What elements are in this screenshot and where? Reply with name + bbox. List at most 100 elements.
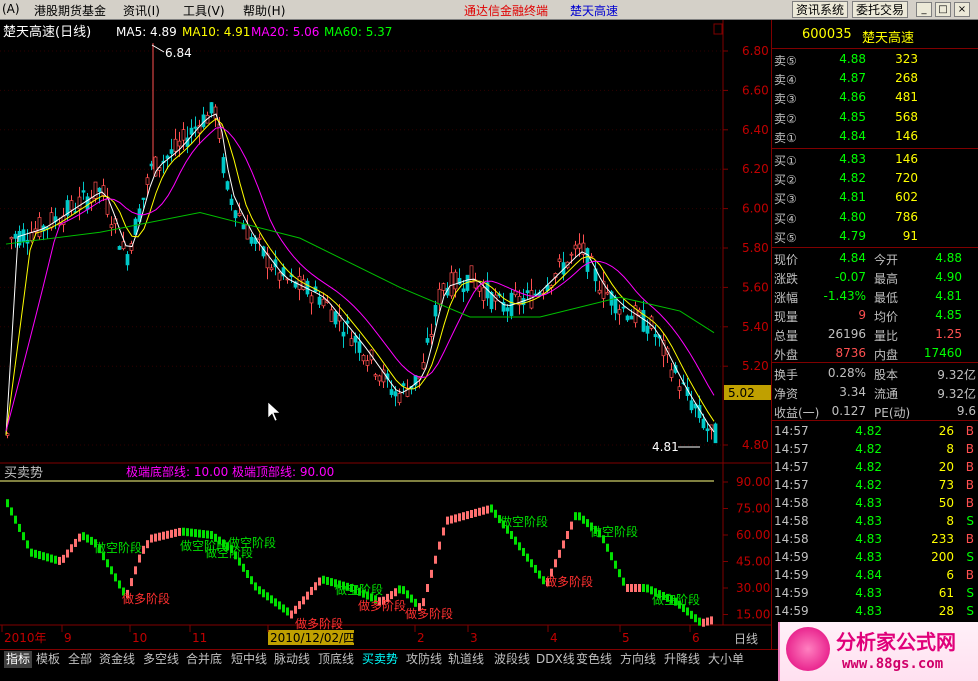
price-axis-label: 6.80 xyxy=(742,44,769,58)
stat-key: 总量 xyxy=(774,329,799,343)
trade-button[interactable]: 委托交易 xyxy=(852,1,909,18)
ma5-label: MA5: 4.89 xyxy=(116,25,177,39)
tick-side: B xyxy=(965,478,974,492)
price-axis-label: 5.60 xyxy=(742,280,769,294)
bid-volume: 602 xyxy=(895,190,918,205)
indicator-axis-label: 30.00 xyxy=(736,581,770,595)
ask-volume: 146 xyxy=(895,128,918,143)
tick-side: S xyxy=(966,514,974,528)
stat-key: 涨跌 xyxy=(774,272,799,286)
bid-volume: 720 xyxy=(895,171,918,186)
tab-7[interactable]: 脉动线 xyxy=(274,651,310,668)
menu-item-info[interactable]: 资讯(I) xyxy=(123,2,160,19)
tick-time: 14:59 xyxy=(774,550,809,564)
ask-price: 4.85 xyxy=(839,109,866,124)
stat-key: 最高 xyxy=(874,272,899,286)
tab-10[interactable]: 攻防线 xyxy=(406,651,442,668)
tab-8[interactable]: 顶底线 xyxy=(318,651,354,668)
tick-side: S xyxy=(966,550,974,564)
stat-value: 4.88 xyxy=(935,251,962,265)
price-axis-label: 4.80 xyxy=(742,438,769,452)
tab-1[interactable]: 模板 xyxy=(36,651,60,668)
tab-0[interactable]: 指标 xyxy=(4,651,33,668)
fin-key: 流通 xyxy=(874,387,899,401)
tick-volume: 233 xyxy=(931,532,954,546)
stat-row: 现价 4.84 今开 4.88 xyxy=(772,250,978,269)
stat-key: 今开 xyxy=(874,253,899,267)
tab-11[interactable]: 轨道线 xyxy=(448,651,484,668)
sell-phase-label: 做空阶段 xyxy=(205,545,253,560)
tick-time: 14:57 xyxy=(774,478,809,492)
tick-time: 14:58 xyxy=(774,532,809,546)
logo-url: www.88gs.com xyxy=(842,656,944,672)
chart-svg[interactable]: 楚天高速(日线) MA5: 4.89 MA10: 4.91 MA20: 5.06… xyxy=(0,20,771,649)
chart-title: 楚天高速(日线) xyxy=(3,24,91,40)
tab-12[interactable]: 波段线 xyxy=(494,651,530,668)
ask-row: 卖② 4.85 568 xyxy=(772,109,978,128)
minimize-icon[interactable]: _ xyxy=(916,2,932,17)
date-axis-label: 2010/12/02/四 xyxy=(270,631,355,645)
tab-5[interactable]: 合并底 xyxy=(186,651,222,668)
tick-volume: 200 xyxy=(931,550,954,564)
maximize-icon[interactable]: □ xyxy=(935,2,951,17)
tab-14[interactable]: 变色线 xyxy=(576,651,612,668)
bid-price: 4.82 xyxy=(839,171,866,186)
tick-price: 4.82 xyxy=(855,460,882,474)
quote-panel: 600035 楚天高速 卖⑤ 4.88 323 卖④ 4.87 268 卖③ 4.86 481 卖… xyxy=(771,20,978,649)
price-axis-label: 5.40 xyxy=(742,320,769,334)
tick-price: 4.82 xyxy=(855,424,882,438)
indicator-title: 买卖势 xyxy=(4,465,43,481)
tick-time: 14:59 xyxy=(774,586,809,600)
tab-9[interactable]: 买卖势 xyxy=(362,651,398,668)
tick-side: S xyxy=(966,586,974,600)
date-axis-label: 9 xyxy=(64,631,72,645)
period-label: 日线 xyxy=(734,632,758,646)
tick-row: 14:57 4.82 8 B xyxy=(772,441,978,460)
ma60-label: MA60: 5.37 xyxy=(324,25,392,39)
tab-2[interactable]: 全部 xyxy=(68,651,92,668)
date-axis-label: 3 xyxy=(470,631,478,645)
tab-13[interactable]: DDX线 xyxy=(536,651,575,668)
tab-16[interactable]: 升降线 xyxy=(664,651,700,668)
tick-volume: 26 xyxy=(938,424,954,438)
tick-side: B xyxy=(965,496,974,510)
tick-price: 4.83 xyxy=(855,604,882,618)
date-axis-label: 5 xyxy=(622,631,630,645)
tab-4[interactable]: 多空线 xyxy=(143,651,179,668)
tick-row: 14:57 4.82 26 B xyxy=(772,423,978,442)
date-axis-label: 2 xyxy=(417,631,425,645)
fin-key: 净资 xyxy=(774,387,799,401)
tick-row: 14:59 4.83 61 S xyxy=(772,585,978,604)
menu-item-help[interactable]: 帮助(H) xyxy=(243,2,285,19)
logo-emblem-icon xyxy=(786,627,830,671)
stat-value: 8736 xyxy=(835,346,866,360)
info-system-button[interactable]: 资讯系统 xyxy=(792,1,849,18)
tab-6[interactable]: 短中线 xyxy=(231,651,267,668)
ask-price: 4.86 xyxy=(839,90,866,105)
ask-price: 4.88 xyxy=(839,52,866,66)
close-icon[interactable]: × xyxy=(954,2,970,17)
bid-price: 4.83 xyxy=(839,152,866,166)
tick-time: 14:57 xyxy=(774,442,809,456)
tick-row: 14:59 4.84 6 B xyxy=(772,567,978,586)
tick-price: 4.83 xyxy=(855,514,882,528)
tab-3[interactable]: 资金线 xyxy=(99,651,135,668)
bid-row: 买⑤ 4.79 91 xyxy=(772,228,978,247)
bid-label: 买② xyxy=(774,173,797,188)
price-axis-label: 6.20 xyxy=(742,162,769,176)
tab-17[interactable]: 大小单 xyxy=(708,651,744,668)
kline-chart-area[interactable]: 楚天高速(日线) MA5: 4.89 MA10: 4.91 MA20: 5.06… xyxy=(0,20,771,649)
tick-volume: 28 xyxy=(938,604,954,618)
tick-time: 14:58 xyxy=(774,496,809,510)
menu-item-hk[interactable]: 港股期货基金 xyxy=(34,2,106,19)
tab-15[interactable]: 方向线 xyxy=(620,651,656,668)
app-brand: 通达信金融终端 xyxy=(464,4,549,18)
tick-price: 4.82 xyxy=(855,478,882,492)
menu-item-a[interactable]: (A) xyxy=(2,2,20,16)
tick-price: 4.84 xyxy=(855,568,882,582)
ask-price: 4.84 xyxy=(839,128,866,143)
price-axis-label: 6.40 xyxy=(742,123,769,137)
chart-expand-icon[interactable] xyxy=(713,23,723,35)
menu-item-tools[interactable]: 工具(V) xyxy=(183,2,225,19)
sell-phase-label: 做空阶段 xyxy=(590,524,638,539)
